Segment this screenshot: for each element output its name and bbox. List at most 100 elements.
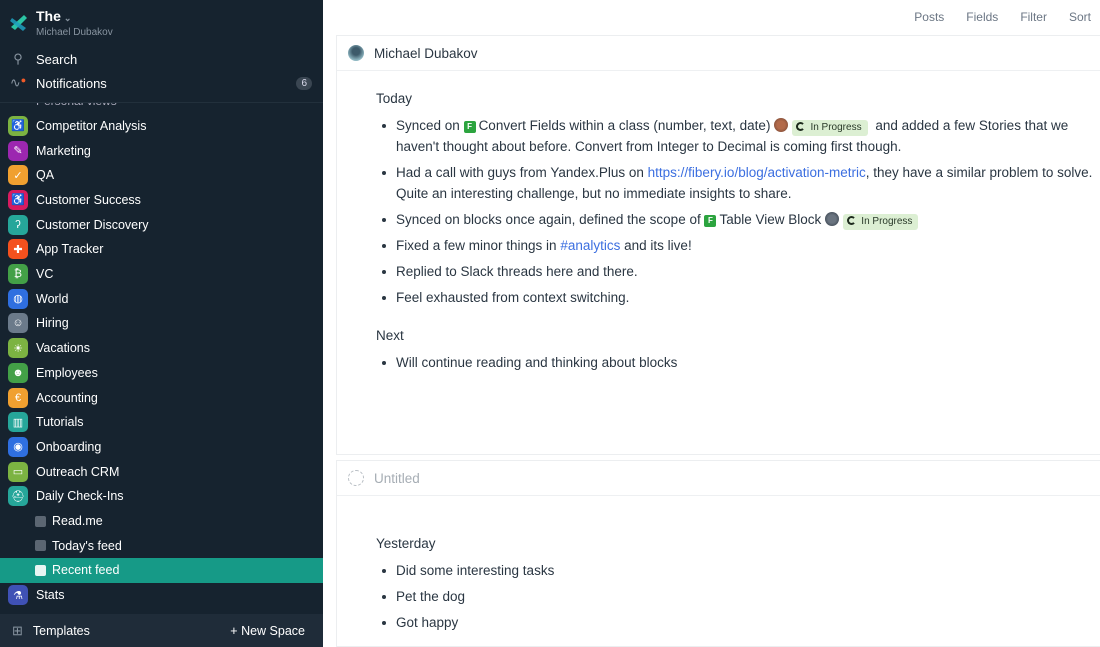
sidebar-item-customer-success[interactable]: ♿ Customer Success: [0, 188, 323, 213]
money-icon: ▭: [8, 461, 28, 482]
chevron-down-icon: ⌄: [63, 13, 72, 23]
sort-button[interactable]: Sort: [1069, 10, 1091, 24]
yesterday-list: Did some interesting tasks Pet the dog G…: [376, 560, 1100, 633]
list-item: Had a call with guys from Yandex.Plus on…: [382, 162, 1100, 204]
sidebar-item-label: Competitor Analysis: [36, 118, 147, 133]
sidebar-item-label: Read.me: [52, 514, 103, 529]
sidebar-item-world[interactable]: ◍ World: [0, 286, 323, 311]
entity-type-icon: F: [704, 215, 717, 227]
flask-icon: ⚗: [8, 585, 28, 606]
empty-avatar-icon: [348, 470, 364, 486]
templates-button[interactable]: Templates: [33, 624, 90, 638]
sidebar-item-label: Outreach CRM: [36, 464, 120, 479]
list-item: Synced on F Convert Fields within a class…: [382, 115, 1100, 157]
sidebar-item-outreach-crm[interactable]: ▭ Outreach CRM: [0, 459, 323, 484]
next-list: Will continue reading and thinking about…: [376, 352, 1100, 373]
feed-icon: [35, 540, 46, 552]
sidebar-item-competitor-analysis[interactable]: ♿ Competitor Analysis: [0, 114, 323, 139]
sidebar-item-label: Recent feed: [52, 563, 120, 578]
filter-button[interactable]: Filter: [1020, 10, 1047, 24]
post-body[interactable]: Today Synced on F Convert Fields within a…: [337, 71, 1100, 373]
user-check-icon: ☺: [8, 313, 28, 334]
sidebar-item-today-s-feed[interactable]: Today's feed: [0, 533, 323, 558]
assignee-avatar: [825, 212, 840, 226]
search-label: Search: [36, 51, 78, 67]
post-card[interactable]: Michael Dubakov Today Synced on F Convert…: [336, 35, 1100, 455]
posts-button[interactable]: Posts: [914, 10, 944, 24]
entity-link[interactable]: Table View Block: [719, 212, 821, 227]
sidebar-item-onboarding[interactable]: ◉ Onboarding: [0, 435, 323, 460]
url-link[interactable]: https://fibery.io/blog/activation-metric: [648, 165, 866, 180]
document-icon: [35, 515, 46, 527]
sidebar-item-label: Customer Discovery: [36, 217, 149, 232]
status-badge[interactable]: In Progress: [843, 214, 919, 230]
search-nav[interactable]: ⚲ Search: [0, 47, 323, 71]
list-item: Fixed a few minor things in #analytics a…: [382, 235, 1100, 256]
sidebar-item-label: QA: [36, 168, 55, 183]
list-item: Got happy: [382, 612, 1100, 633]
accessibility-icon: ♿: [8, 189, 28, 210]
sidebar-item-label: World: [36, 291, 69, 306]
sidebar-item-accounting[interactable]: € Accounting: [0, 385, 323, 410]
helmet-icon: ⛑: [8, 486, 28, 507]
workspace-switcher[interactable]: The ⌄ Michael Dubakov: [8, 8, 113, 38]
sidebar-item-label: Daily Check-Ins: [36, 489, 124, 504]
feed-icon: [35, 564, 46, 576]
post-header: Untitled: [337, 461, 1100, 496]
sidebar-item-label: Accounting: [36, 390, 98, 405]
sidebar-item-app-tracker[interactable]: ✚ App Tracker: [0, 237, 323, 262]
notifications-nav[interactable]: ∿ ● Notifications 6: [0, 71, 323, 95]
avatar: [348, 45, 364, 61]
post-author[interactable]: Michael Dubakov: [374, 46, 478, 61]
post-title[interactable]: Untitled: [374, 471, 420, 486]
sidebar-item-daily-check-ins[interactable]: ⛑ Daily Check-Ins: [0, 484, 323, 509]
pencil-icon: ✎: [8, 140, 28, 161]
sidebar-item-vacations[interactable]: ☀ Vacations: [0, 336, 323, 361]
progress-icon: [796, 122, 806, 131]
sidebar-item-label: Customer Success: [36, 192, 141, 207]
sidebar-item-label: Onboarding: [36, 439, 102, 454]
sidebar-item-label: Employees: [36, 365, 98, 380]
spaces-list[interactable]: Personal views ♿ Competitor Analysis ✎ Mark…: [0, 103, 323, 613]
list-item: Synced on blocks once again, defined the…: [382, 209, 1100, 230]
bitcoin-icon: ₿: [8, 264, 28, 285]
entity-link[interactable]: Convert Fields within a class (number, t…: [479, 118, 771, 133]
sidebar-item-label: Stats: [36, 588, 65, 603]
sidebar-item-customer-discovery[interactable]: ʔ Customer Discovery: [0, 212, 323, 237]
sidebar-item-vc[interactable]: ₿ VC: [0, 262, 323, 287]
sidebar-item-personal-views[interactable]: Personal views: [36, 103, 117, 108]
globe-icon: ◍: [8, 288, 28, 309]
status-badge[interactable]: In Progress: [792, 120, 868, 136]
sidebar-item-recent-feed[interactable]: Recent feed: [0, 558, 323, 583]
new-space-button[interactable]: + New Space: [230, 624, 305, 638]
list-item: Will continue reading and thinking about…: [382, 352, 1100, 373]
euro-icon: €: [8, 387, 28, 408]
list-item: Feel exhausted from context switching.: [382, 287, 1100, 308]
sidebar-item-label: Today's feed: [52, 538, 122, 553]
hashtag-link[interactable]: #analytics: [560, 238, 620, 253]
sidebar-item-marketing[interactable]: ✎ Marketing: [0, 138, 323, 163]
sidebar-footer: ⊞ Templates + New Space: [0, 614, 323, 647]
baseball-icon: ◉: [8, 436, 28, 457]
sidebar-item-read-me[interactable]: Read.me: [0, 509, 323, 534]
fibery-logo-icon: [10, 15, 27, 31]
progress-icon: [847, 216, 857, 225]
sidebar-item-tutorials[interactable]: ▥ Tutorials: [0, 410, 323, 435]
sidebar-item-qa[interactable]: ✓ QA: [0, 163, 323, 188]
templates-icon: ⊞: [12, 622, 23, 638]
accessibility-icon: ♿: [8, 115, 28, 136]
post-card[interactable]: Untitled Yesterday Did some interesting …: [336, 460, 1100, 647]
activity-icon: ∿ ●: [9, 75, 27, 90]
sidebar-item-stats[interactable]: ⚗ Stats: [0, 583, 323, 608]
workspace-name: The: [36, 8, 61, 24]
post-body[interactable]: Yesterday Did some interesting tasks Pet…: [337, 496, 1100, 633]
plus-icon: +: [230, 624, 242, 638]
ear-icon: ʔ: [8, 214, 28, 235]
sidebar-item-employees[interactable]: ☻ Employees: [0, 361, 323, 386]
ambulance-icon: ✚: [8, 239, 28, 260]
check-circle-icon: ✓: [8, 165, 28, 186]
notifications-count: 6: [296, 76, 312, 90]
sidebar-item-hiring[interactable]: ☺ Hiring: [0, 311, 323, 336]
fields-button[interactable]: Fields: [966, 10, 998, 24]
post-header: Michael Dubakov: [337, 36, 1100, 71]
